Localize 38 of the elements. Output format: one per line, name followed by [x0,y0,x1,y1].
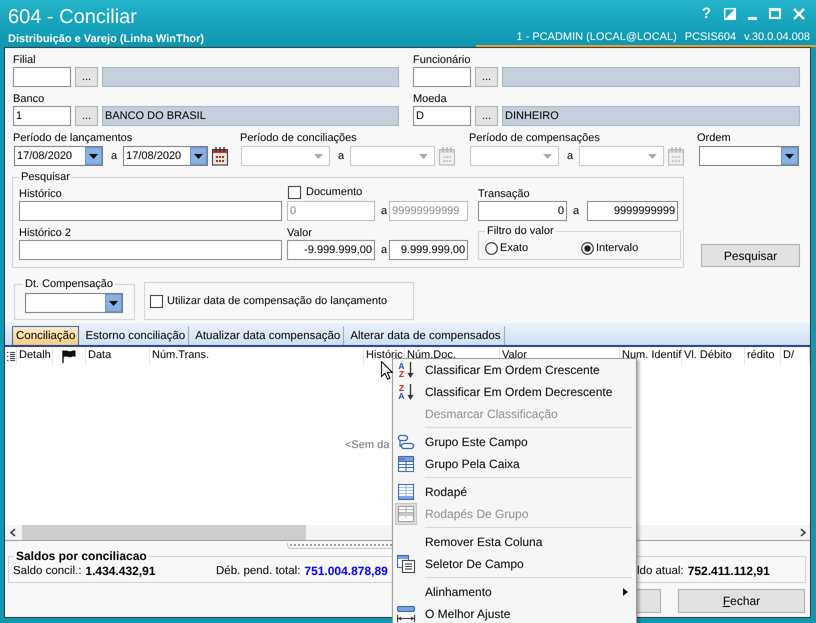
field-label: Filial [13,54,37,67]
field-label: Histórico [19,188,62,201]
summary-value: 1.434.432,91 [85,564,156,578]
summary-value: 751.004.878,89 [304,564,388,578]
field-label: Histórico 2 [19,227,71,240]
summary-value: 752.411.112,91 [688,564,770,578]
checkbox-label: Documento [306,186,362,199]
range-separator: a [111,150,118,162]
empty-grid-message: <Sem da [345,439,390,451]
window-subtitle: Distribuição e Varejo (Linha WinThor) [8,33,204,46]
radio-label: Exato [500,242,528,254]
range-separator: a [381,204,388,218]
range-separator: a [573,204,580,218]
group-title: Pesquisar [20,171,71,184]
radio-label: Intervalo [596,242,638,254]
field-label: Período de compensações [469,132,601,145]
checkbox-label: Utilizar data de compensação do lançamento [167,294,388,308]
range-separator: a [338,150,344,162]
summary-label: Saldo concil.: [13,564,82,578]
range-separator: a [567,150,574,162]
window-title: 604 - Conciliar [8,5,138,29]
group-title: Dt. Compensação [24,278,114,291]
version-label: v.30.0.04.008 [744,31,810,44]
field-label: Ordem [697,132,732,145]
field-label: Transação [478,188,530,201]
field-label: Período de conciliações [240,132,358,145]
group-title: Filtro do valor [486,225,555,238]
group-title: Saldos por conciliacao [15,550,148,563]
field-label: Moeda [413,93,448,106]
field-label: Funcionário [413,54,472,67]
program-code: PCSIS604 [684,31,736,44]
field-label: Banco [13,93,46,106]
summary-label: Déb. pend. total: [216,564,300,578]
field-label: Período de lançamentos [13,132,134,145]
field-label: Valor [287,227,312,240]
session-user: 1 - PCADMIN (LOCAL@LOCAL) [516,31,677,44]
range-separator: a [381,244,388,256]
summary-label: ldo atual: [637,564,684,578]
